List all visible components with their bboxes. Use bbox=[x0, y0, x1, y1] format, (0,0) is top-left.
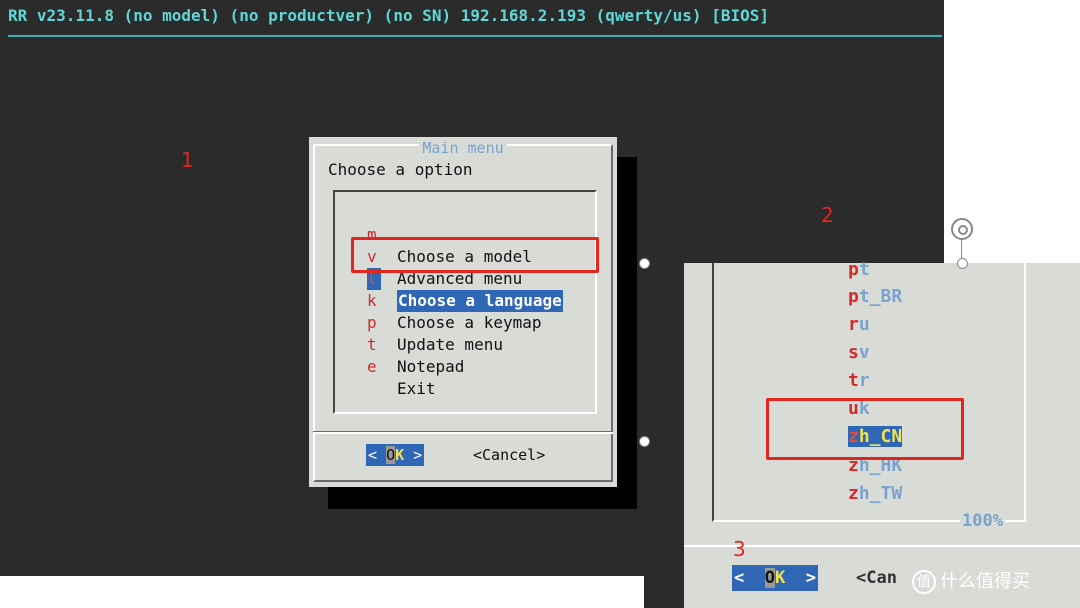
highlight-box-zh-cn bbox=[766, 398, 964, 460]
dialog-prompt: Choose a option bbox=[328, 160, 473, 179]
menu-item-model[interactable]: m Choose a model bbox=[335, 202, 532, 266]
menu-item-label: Update menu bbox=[397, 335, 503, 354]
scroll-percent: 100% bbox=[960, 511, 1005, 531]
menu-item-key: e bbox=[367, 357, 377, 376]
resize-handle-top-center[interactable] bbox=[957, 258, 968, 269]
highlight-box-language bbox=[351, 237, 599, 273]
watermark-badge-icon: 值 bbox=[912, 570, 936, 594]
language-item[interactable]: tr bbox=[848, 369, 870, 393]
watermark-text: 什么值得买 bbox=[940, 571, 1030, 592]
menu-item-update[interactable]: p Update menu bbox=[335, 290, 503, 354]
menu-item-label: Choose a keymap bbox=[397, 313, 542, 332]
menu-item-label: Notepad bbox=[397, 357, 465, 376]
watermark: 值什么值得买 bbox=[912, 567, 1030, 594]
resize-handle-top-left[interactable] bbox=[639, 258, 650, 269]
menu-list: m Choose a model v Advanced menu l Choos… bbox=[333, 190, 597, 414]
menu-item-label: Exit bbox=[397, 379, 436, 398]
main-menu-dialog: Main menu Choose a option m Choose a mod… bbox=[309, 137, 617, 487]
step-marker-2: 2 bbox=[821, 203, 834, 227]
language-item[interactable]: pt bbox=[848, 258, 870, 282]
step-marker-3: 3 bbox=[733, 537, 746, 561]
step-marker-1: 1 bbox=[181, 148, 194, 172]
resize-handle-middle-left[interactable] bbox=[639, 436, 650, 447]
status-title: RR v23.11.8 (no model) (no productver) (… bbox=[8, 6, 769, 25]
language-ok-button[interactable]: < OK > bbox=[732, 565, 818, 591]
language-item[interactable]: sv bbox=[848, 341, 870, 365]
language-item[interactable]: pt_BR bbox=[848, 285, 902, 309]
language-cancel-button[interactable]: <Can bbox=[856, 565, 897, 591]
menu-item-exit[interactable]: e Exit bbox=[335, 334, 436, 398]
title-divider bbox=[8, 35, 942, 37]
dialog-title: Main menu bbox=[309, 139, 617, 157]
language-item[interactable]: ru bbox=[848, 313, 870, 337]
ok-button[interactable]: < OK > bbox=[366, 444, 425, 466]
menu-item-label: Choose a language bbox=[397, 290, 563, 312]
button-separator bbox=[313, 431, 613, 434]
language-list: pt pt_BR ru sv tr uk zh_CN zh_HK zh_TW bbox=[712, 259, 1026, 522]
menu-item-notepad[interactable]: t Notepad bbox=[335, 312, 464, 376]
language-item[interactable]: zh_TW bbox=[848, 482, 902, 506]
cancel-button[interactable]: <Cancel> bbox=[473, 444, 545, 466]
rotate-handle-icon[interactable] bbox=[951, 218, 973, 240]
